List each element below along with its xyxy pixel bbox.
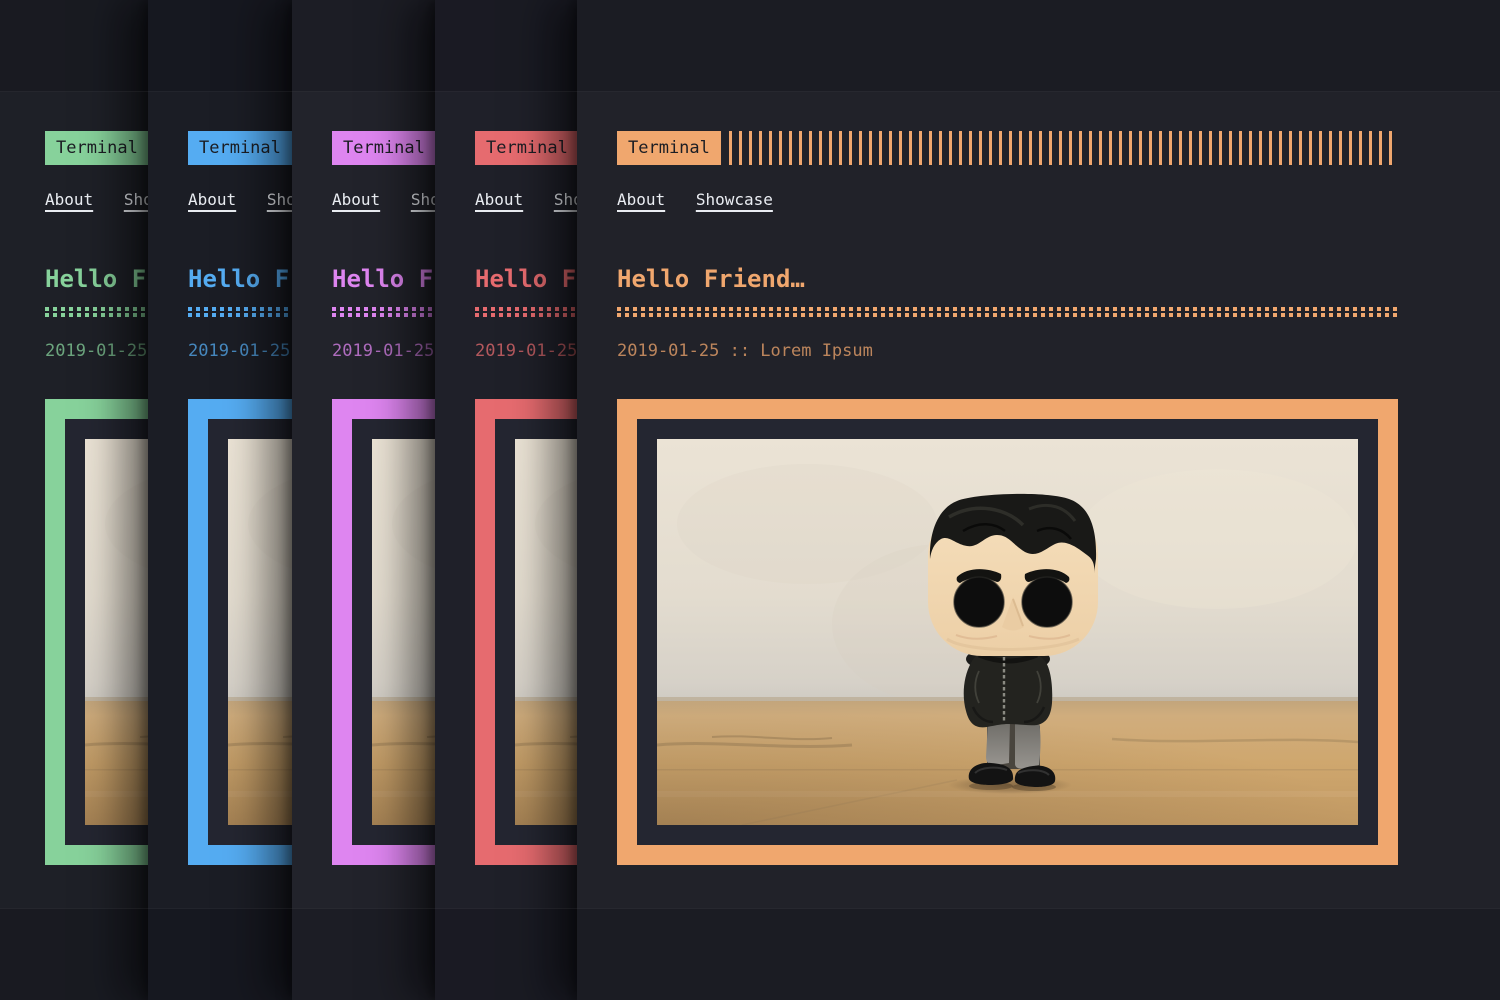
nav-link-about[interactable]: About [188,190,236,209]
post-date-line: 2019-01-25 :: Lorem Ipsum [617,340,1398,362]
site-logo-badge[interactable]: Terminal [332,131,436,165]
post-title: Hello Friend… [617,265,1398,294]
site-logo-badge[interactable]: Terminal [475,131,579,165]
nav-link-about[interactable]: About [475,190,523,209]
site-logo-badge[interactable]: Terminal [45,131,149,165]
panels-stack: Terminal About Showcase Hello Friend… 20… [0,0,1500,1000]
page-content: Terminal About Showcase Hello Friend… 20… [617,131,1398,865]
nav-link-showcase[interactable]: Showcase [696,190,773,209]
nav-link-about[interactable]: About [332,190,380,209]
title-separator [617,307,1398,317]
nav-link-about[interactable]: About [617,190,665,209]
funko-pop-photo [657,439,1358,825]
site-header: Terminal [617,131,1398,165]
theme-panel-orange: Terminal About Showcase Hello Friend… 20… [577,0,1500,1000]
nav-link-about[interactable]: About [45,190,93,209]
site-nav: About Showcase [617,189,1398,210]
site-logo-badge[interactable]: Terminal [617,131,721,165]
post-image-frame [617,399,1398,865]
site-logo-badge[interactable]: Terminal [188,131,292,165]
logo-stripes-decoration [729,131,1398,165]
